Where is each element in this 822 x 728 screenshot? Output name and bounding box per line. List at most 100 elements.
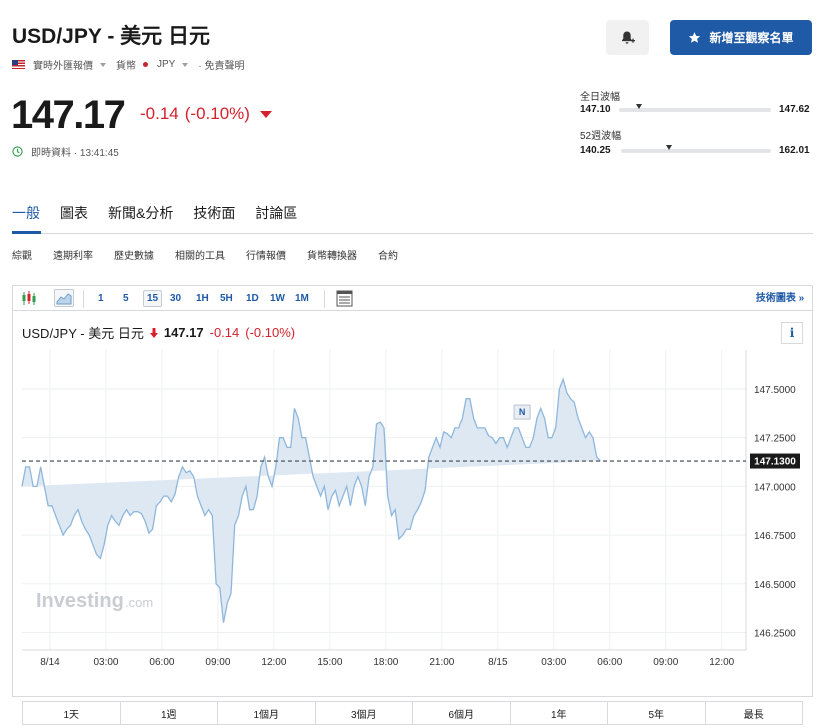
day-range-high: 147.62 [779,104,810,115]
chart-price: 147.17 [163,325,204,340]
y-tick-label: 147.2500 [754,434,796,445]
day-range-marker [635,104,642,109]
interval-5h[interactable]: 5H [220,290,233,307]
period-1y[interactable]: 1年 [511,702,608,724]
watermark-brand: Investing [36,590,124,612]
period-1m[interactable]: 1個月 [218,702,316,724]
interval-1w[interactable]: 1W [270,290,285,307]
week52-range-marker [666,145,672,150]
bell-plus-icon [621,31,635,44]
period-6m[interactable]: 6個月 [413,702,511,724]
chevron-down-icon[interactable] [182,62,189,67]
x-axis: 8/14 03:00 06:00 09:00 12:00 15:00 18:00 21:00 8… [40,657,734,668]
y-tick-label: 146.2500 [754,628,796,639]
week52-range-high: 162.01 [779,145,810,156]
price-change: -0.14 (-0.10%) [140,104,272,124]
realtime-text: 即時資料 · 13:41:45 [31,148,119,159]
subtab-forward-rates[interactable]: 遠期利率 [53,247,93,262]
tabs-divider [12,233,813,234]
disclaimer-link[interactable]: · 免責聲明 [198,57,244,72]
chevron-down-icon[interactable] [100,62,106,67]
tab-forum[interactable]: 討論區 [255,203,297,223]
reference-price-tag: 147.1300 [750,453,800,469]
x-tick-label: 15:00 [317,657,342,668]
tab-technical[interactable]: 技術面 [193,203,235,223]
technical-chart-link[interactable]: 技術圖表 » [752,290,808,307]
y-axis: 147.5000 147.2500 147.0000 146.7500 146.5000… [754,385,796,640]
subtab-related-instruments[interactable]: 相關的工具 [175,247,225,262]
jpy-selector[interactable]: JPY [157,59,175,70]
day-range-label: 全日波幅 [580,92,620,103]
tab-overview[interactable]: 一般 [12,203,40,223]
realtime-quotes-link[interactable]: 實時外匯報價 [33,57,93,72]
last-price: 147.17 [11,93,126,137]
table-icon[interactable] [336,290,353,307]
watchlist-button-label: 新增至觀察名單 [709,31,794,45]
period-max[interactable]: 最長 [706,702,803,724]
area-chart-icon [56,293,72,305]
add-to-watchlist-button[interactable]: 新增至觀察名單 [670,20,812,55]
period-5y[interactable]: 5年 [608,702,706,724]
reference-price-label: 147.1300 [754,457,796,468]
subtab-currency-converter[interactable]: 貨幣轉換器 [307,247,357,262]
area-chart-toggle[interactable] [54,289,74,307]
red-dot-icon [143,62,148,67]
period-1w[interactable]: 1週 [121,702,218,724]
x-tick-label: 12:00 [261,657,286,668]
toolbar-divider [324,290,325,308]
tab-news-analysis[interactable]: 新聞&分析 [108,203,173,223]
subtab-historical-data[interactable]: 歷史數據 [114,247,154,262]
y-tick-label: 147.5000 [754,385,796,396]
interval-15[interactable]: 15 [143,290,163,307]
tab-chart[interactable]: 圖表 [60,203,88,223]
chart-change-percent: (-0.10%) [245,325,296,340]
subtab-quotes[interactable]: 行情報價 [246,247,286,262]
star-icon [689,32,701,43]
candlestick-icon[interactable] [21,291,37,306]
interval-30[interactable]: 30 [170,290,181,307]
interval-1d[interactable]: 1D [246,290,259,307]
interval-1[interactable]: 1 [98,290,104,307]
change-value: -0.14 [140,104,179,123]
x-tick-label: 06:00 [597,657,622,668]
week52-range-low: 140.25 [580,145,611,156]
x-tick-label: 09:00 [653,657,678,668]
y-tick-label: 147.0000 [754,482,796,493]
watermark-suffix: .com [125,595,153,610]
x-tick-label: 03:00 [541,657,566,668]
period-3m[interactable]: 3個月 [316,702,413,724]
news-marker-label: N [519,407,526,417]
realtime-status: 即時資料 · 13:41:45 [12,144,119,159]
x-tick-label: 06:00 [149,657,174,668]
category-link[interactable]: 貨幣 [116,57,136,72]
x-tick-label: 12:00 [709,657,734,668]
change-percent: (-0.10%) [184,104,250,123]
day-range-bar [619,108,771,112]
week52-range-label: 52週波幅 [580,131,622,142]
x-tick-label: 21:00 [429,657,454,668]
price-chart[interactable]: 147.1300 147.5000 147.2500 147.0000 146.750… [12,350,813,670]
y-tick-label: 146.7500 [754,531,796,542]
add-alert-button[interactable] [606,20,649,55]
chart-instrument-title: USD/JPY - 美元 日元 [22,326,144,341]
subtab-contracts[interactable]: 合約 [378,247,398,262]
news-marker[interactable]: N [513,404,531,420]
main-tabs: 一般 圖表 新聞&分析 技術面 討論區 [12,203,317,223]
period-selector: 1天 1週 1個月 3個月 6個月 1年 5年 最長 [22,701,803,725]
interval-5[interactable]: 5 [123,290,129,307]
week52-range-bar [621,149,771,153]
info-button[interactable]: i [781,322,803,344]
subtab-overview[interactable]: 綜觀 [12,247,32,262]
arrow-down-icon [259,110,272,118]
instrument-subline: 實時外匯報價 貨幣 JPY · 免責聲明 [12,57,244,72]
chart-toolbar: 1 5 15 30 1H 5H 1D 1W 1M 技術圖表 » [12,285,813,311]
y-tick-label: 146.5000 [754,580,796,591]
period-1d[interactable]: 1天 [23,702,121,724]
interval-1m[interactable]: 1M [295,290,309,307]
x-tick-label: 8/14 [40,657,60,668]
day-range-low: 147.10 [580,104,611,115]
x-tick-label: 09:00 [205,657,230,668]
us-flag-icon [12,60,25,69]
interval-1h[interactable]: 1H [196,290,209,307]
clock-icon [12,146,23,157]
